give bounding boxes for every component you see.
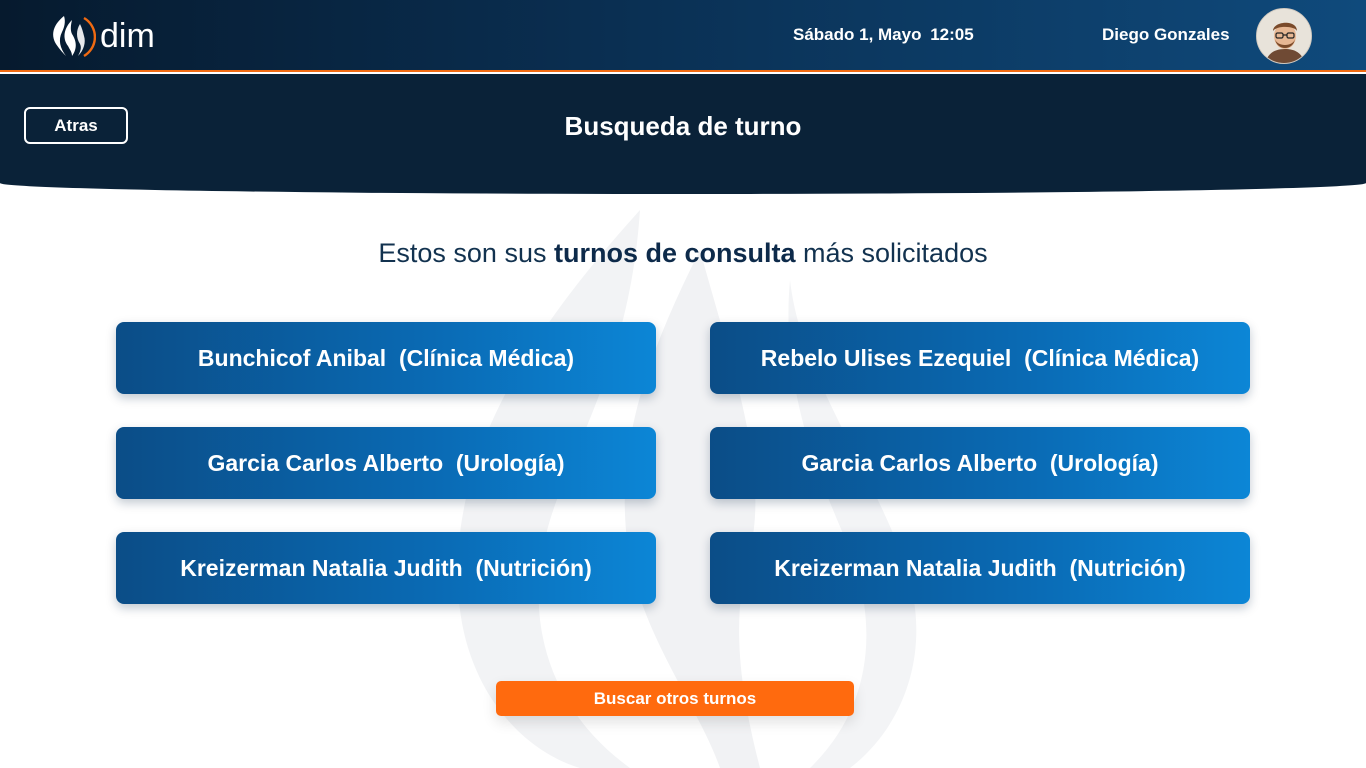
flame-logo-icon xyxy=(53,16,96,58)
appointment-card[interactable]: Rebelo Ulises Ezequiel (Clínica Médica) xyxy=(710,322,1250,394)
page-header: Atras Busqueda de turno xyxy=(0,74,1366,194)
appointment-card[interactable]: Kreizerman Natalia Judith (Nutrición) xyxy=(116,532,656,604)
intro-suffix: más solicitados xyxy=(803,238,988,268)
appointment-card[interactable]: Garcia Carlos Alberto (Urología) xyxy=(710,427,1250,499)
intro-text: Estos son sus turnos de consulta más sol… xyxy=(0,238,1366,269)
appointment-card[interactable]: Garcia Carlos Alberto (Urología) xyxy=(116,427,656,499)
appointment-card[interactable]: Kreizerman Natalia Judith (Nutrición) xyxy=(710,532,1250,604)
top-bar: dim Sábado 1, Mayo 12:05 Diego Gonzales xyxy=(0,0,1366,72)
intro-prefix: Estos son sus xyxy=(378,238,547,268)
appointment-card[interactable]: Bunchicof Anibal (Clínica Médica) xyxy=(116,322,656,394)
date-time: Sábado 1, Mayo 12:05 xyxy=(793,25,974,45)
user-name: Diego Gonzales xyxy=(1102,25,1230,44)
logo-text: dim xyxy=(100,17,155,55)
appointments-grid: Bunchicof Anibal (Clínica Médica) Rebelo… xyxy=(116,322,1250,604)
time-label: 12:05 xyxy=(930,25,974,44)
date-label: Sábado 1, Mayo xyxy=(793,25,922,44)
user-avatar-icon xyxy=(1257,9,1311,63)
search-other-button[interactable]: Buscar otros turnos xyxy=(496,681,854,716)
user-avatar[interactable] xyxy=(1256,8,1312,64)
page-title: Busqueda de turno xyxy=(564,111,802,141)
intro-highlight: turnos de consulta xyxy=(553,238,796,268)
app-logo[interactable]: dim xyxy=(44,10,155,62)
